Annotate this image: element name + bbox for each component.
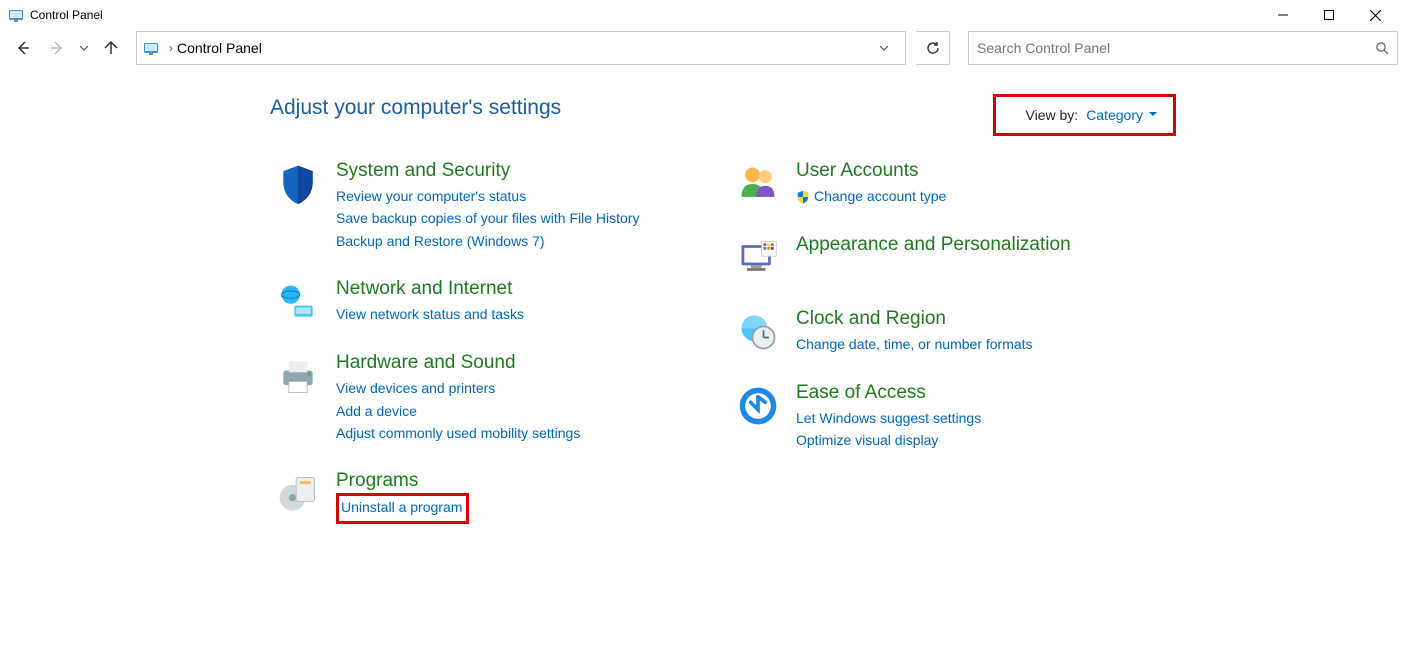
breadcrumb-item[interactable]: Control Panel [177, 40, 262, 56]
ease-of-access-icon [730, 382, 786, 430]
refresh-button[interactable] [916, 31, 950, 65]
category-network: Network and Internet View network status… [270, 278, 690, 326]
link-optimize-display[interactable]: Optimize visual display [796, 429, 981, 451]
link-date-time-formats[interactable]: Change date, time, or number formats [796, 333, 1033, 355]
recent-locations-button[interactable] [76, 43, 92, 53]
clock-icon [730, 308, 786, 356]
maximize-button[interactable] [1306, 0, 1352, 30]
category-appearance: Appearance and Personalization [730, 234, 1150, 282]
page-heading: Adjust your computer's settings [270, 96, 561, 120]
main-content: Adjust your computer's settings View by:… [0, 66, 1406, 550]
address-bar[interactable]: › Control Panel [136, 31, 906, 65]
category-ease-of-access: Ease of Access Let Windows suggest setti… [730, 382, 1150, 452]
printer-icon [270, 352, 326, 400]
search-box[interactable] [968, 31, 1398, 65]
up-button[interactable] [96, 33, 126, 63]
category-hardware: Hardware and Sound View devices and prin… [270, 352, 690, 444]
window-title: Control Panel [30, 8, 103, 22]
category-title[interactable]: Ease of Access [796, 382, 981, 404]
category-title[interactable]: System and Security [336, 160, 639, 182]
search-input[interactable] [977, 40, 1375, 56]
users-icon [730, 160, 786, 208]
view-by-label: View by: [1026, 107, 1079, 123]
left-column: System and Security Review your computer… [270, 160, 690, 550]
link-review-status[interactable]: Review your computer's status [336, 185, 639, 207]
programs-icon [270, 470, 326, 518]
search-icon[interactable] [1375, 41, 1389, 55]
category-title[interactable]: Clock and Region [796, 308, 1033, 330]
forward-button[interactable] [42, 33, 72, 63]
category-title[interactable]: Programs [336, 470, 469, 492]
title-bar: Control Panel [0, 0, 1406, 30]
network-icon [270, 278, 326, 326]
category-title[interactable]: Network and Internet [336, 278, 524, 300]
minimize-button[interactable] [1260, 0, 1306, 30]
link-uninstall-program[interactable]: Uninstall a program [341, 499, 462, 515]
link-file-history[interactable]: Save backup copies of your files with Fi… [336, 207, 639, 229]
highlight-uninstall: Uninstall a program [336, 493, 469, 523]
close-button[interactable] [1352, 0, 1398, 30]
control-panel-icon [143, 40, 159, 56]
link-mobility-settings[interactable]: Adjust commonly used mobility settings [336, 422, 580, 444]
link-add-device[interactable]: Add a device [336, 400, 580, 422]
category-system-security: System and Security Review your computer… [270, 160, 690, 252]
control-panel-icon [8, 7, 24, 23]
right-column: User Accounts Change account type Appear… [730, 160, 1150, 550]
view-by-selector[interactable]: View by: Category [993, 94, 1176, 136]
category-programs: Programs Uninstall a program [270, 470, 690, 523]
address-history-button[interactable] [879, 43, 899, 53]
back-button[interactable] [8, 33, 38, 63]
link-backup-restore[interactable]: Backup and Restore (Windows 7) [336, 230, 639, 252]
breadcrumb-chevron-icon[interactable]: › [169, 41, 173, 55]
link-windows-suggest[interactable]: Let Windows suggest settings [796, 407, 981, 429]
navigation-bar: › Control Panel [0, 30, 1406, 66]
view-by-value[interactable]: Category [1086, 107, 1157, 123]
category-title[interactable]: Appearance and Personalization [796, 234, 1071, 256]
category-clock-region: Clock and Region Change date, time, or n… [730, 308, 1150, 356]
shield-icon [270, 160, 326, 208]
link-devices-printers[interactable]: View devices and printers [336, 377, 580, 399]
link-change-account-type[interactable]: Change account type [796, 185, 946, 207]
category-title[interactable]: Hardware and Sound [336, 352, 580, 374]
link-label: Change account type [814, 188, 946, 204]
uac-shield-icon [796, 190, 810, 204]
appearance-icon [730, 234, 786, 282]
category-user-accounts: User Accounts Change account type [730, 160, 1150, 208]
link-network-status[interactable]: View network status and tasks [336, 303, 524, 325]
category-title[interactable]: User Accounts [796, 160, 946, 182]
